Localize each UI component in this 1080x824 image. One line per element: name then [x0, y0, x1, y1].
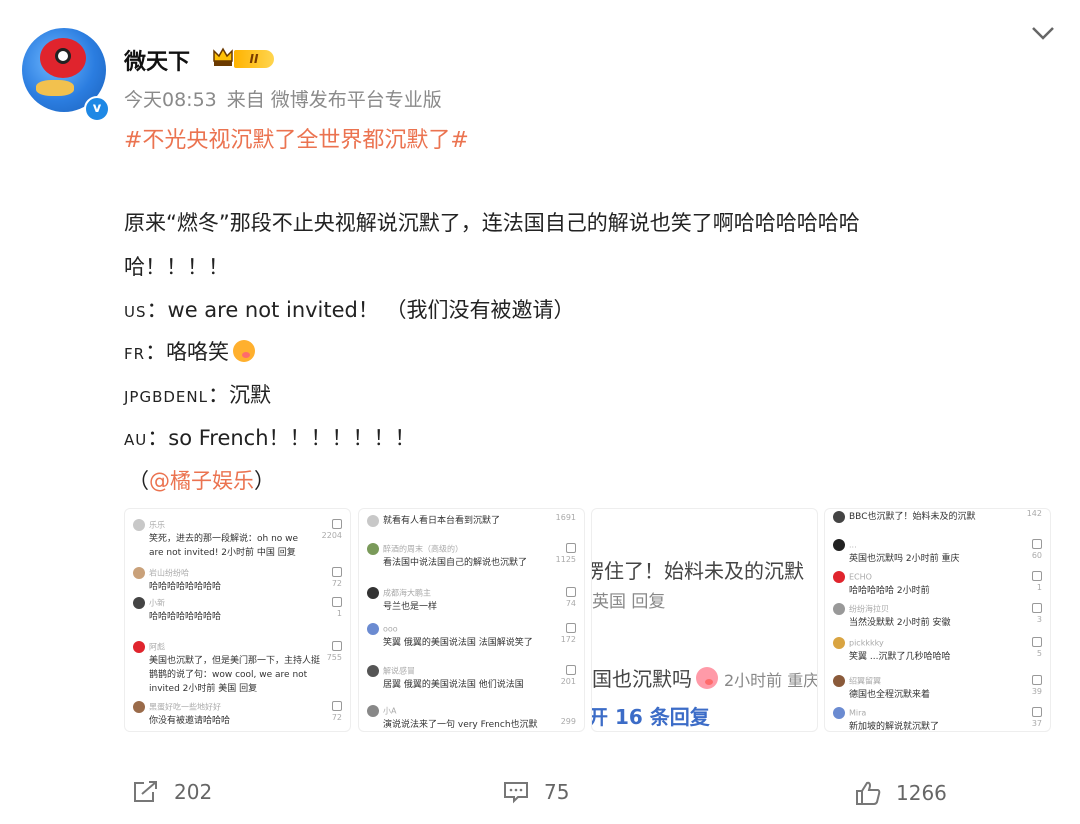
line-au-text: so French！！！！！！！ — [168, 426, 416, 450]
image-thumbnail-4[interactable]: BBC也沉默了！始料未及的沉默 142 ... 英国也沉默吗 2小时前 重庆 60 E… — [824, 508, 1051, 732]
line-fr-text: 咯咯笑 — [166, 340, 230, 364]
like-button[interactable]: 1266 — [854, 780, 947, 806]
verified-badge-icon: v — [84, 96, 110, 122]
speaker-au: AU — [124, 431, 148, 449]
comment-row: 岩山纷纷哈 哈哈哈哈哈哈哈哈 72 — [133, 567, 342, 592]
chevron-down-icon[interactable] — [1030, 24, 1056, 42]
comment-row: 阿彪 美国也沉默了，但是美门那一下，主持人挺 755 — [133, 641, 342, 666]
post-source: 来自 微博发布平台专业版 — [226, 89, 442, 111]
repost-icon — [134, 781, 157, 802]
image-thumbnail-2[interactable]: 就看有人看日本台看到沉默了 1691 醉酒的周末（高级的） 看法国中说法国自己的解说… — [358, 508, 585, 732]
hashtag-link[interactable]: #不光央视沉默了全世界都沉默了# — [124, 122, 469, 154]
giggle-emoji-icon — [233, 340, 256, 362]
line-us-text: we are not invited！ （我们没有被邀请） — [167, 298, 575, 322]
thumb3-line1: 愣住了！始料未及的沉默 — [591, 559, 804, 583]
logo-globe-land — [36, 80, 74, 96]
speaker-fr: FR — [124, 345, 146, 363]
speaker-jpgbdenl: JPGBDENL — [124, 388, 208, 406]
line-jpgbdenl-text: 沉默 — [229, 383, 271, 407]
line-us: US：we are not invited！ （我们没有被邀请） — [124, 298, 575, 322]
comment-row: pickkkky 笑翼 ...沉默了几秒哈哈哈 5 — [833, 637, 1042, 662]
comment-row: invited 2小时前 美国 回复 — [149, 684, 258, 694]
comment-icon — [504, 782, 528, 804]
comment-row: ECHO 哈哈哈哈哈 2小时前 1 — [833, 571, 1042, 596]
comment-row: Mira 新加坡的解说就沉默了 37 — [833, 707, 1042, 731]
comment-row: 小新 哈哈哈哈哈哈哈哈 1 — [133, 597, 342, 622]
image-thumbnail-3[interactable]: 愣住了！始料未及的沉默 英国 回复 国也沉默吗 2小时前 重庆 开 16 条回复 — [591, 508, 818, 732]
line-fr: FR：咯咯笑 — [124, 336, 256, 366]
speaker-us: US — [124, 303, 147, 321]
post-time: 今天08:53 — [124, 89, 217, 111]
post-text-line2: 哈！！！！ — [124, 255, 229, 279]
crown-icon — [213, 47, 233, 66]
comment-row: 鹊鹊的说了句：wow cool, we are not — [149, 670, 308, 680]
repost-count: 202 — [174, 780, 213, 804]
comment-row: 成都海大鹏主 号兰也是一样 74 — [367, 587, 576, 612]
comment-count: 75 — [544, 780, 570, 804]
comment-row: 小A 演说说法来了一句 very French也沉默 299 — [367, 705, 576, 730]
logo-eye — [55, 48, 71, 64]
thumb3-line4: 开 16 条回复 — [591, 705, 710, 729]
line-au: AU：so French！！！！！！！ — [124, 426, 416, 450]
post-text-line1: 原来“燃冬”那段不止央视解说沉默了，连法国自己的解说也笑了啊哈哈哈哈哈哈 — [124, 211, 860, 235]
mention-line: （@橘子娱乐） — [128, 469, 275, 493]
comment-row: 乐乐 笑死，进去的那一段解说：oh no we 2204 — [133, 519, 342, 544]
thumb3-line2: 英国 回复 — [592, 592, 666, 612]
comment-row: 纷纷海拉贝 当然没默默 2小时前 安徽 3 — [833, 603, 1042, 628]
comment-row: 绍翼留翼 德国也全程沉默来着 39 — [833, 675, 1042, 700]
mention-link[interactable]: @橘子娱乐 — [149, 469, 254, 493]
line-jpgbdenl: JPGBDENL：沉默 — [124, 383, 271, 407]
post-meta: 今天08:53 来自 微博发布平台专业版 — [124, 85, 442, 112]
like-count: 1266 — [896, 781, 947, 805]
image-thumbnail-1[interactable]: 乐乐 笑死，进去的那一段解说：oh no we 2204 are not invit… — [124, 508, 351, 732]
username[interactable]: 微天下 — [124, 44, 190, 76]
thumbs-up-icon — [856, 781, 881, 805]
comment-row: 黑蛋好吃一些地好好 你没有被邀请哈哈哈 72 — [133, 701, 342, 726]
comment-row: are not invited! 2小时前 中国 回复 — [149, 548, 296, 558]
comment-row: 就看有人看日本台看到沉默了 1691 — [367, 513, 576, 527]
comment-row: 解说感冒 居翼 俄翼的美国说法国 他们说法国 201 — [367, 665, 576, 690]
comment-row: 醉酒的周末（高级的） 看法国中说法国自己的解说也沉默了 1125 — [367, 543, 576, 568]
comment-row: ... 英国也沉默吗 2小时前 重庆 60 — [833, 539, 1042, 564]
comment-row: ooo 笑翼 俄翼的美国说法国 法国解说笑了 172 — [367, 623, 576, 648]
repost-button[interactable]: 202 — [132, 780, 212, 804]
thumb3-line3: 国也沉默吗 2小时前 重庆 — [592, 667, 818, 691]
comment-row: BBC也沉默了！始料未及的沉默 142 — [833, 509, 1042, 523]
comment-button[interactable]: 75 — [502, 780, 569, 804]
level-badge: II — [234, 50, 274, 68]
